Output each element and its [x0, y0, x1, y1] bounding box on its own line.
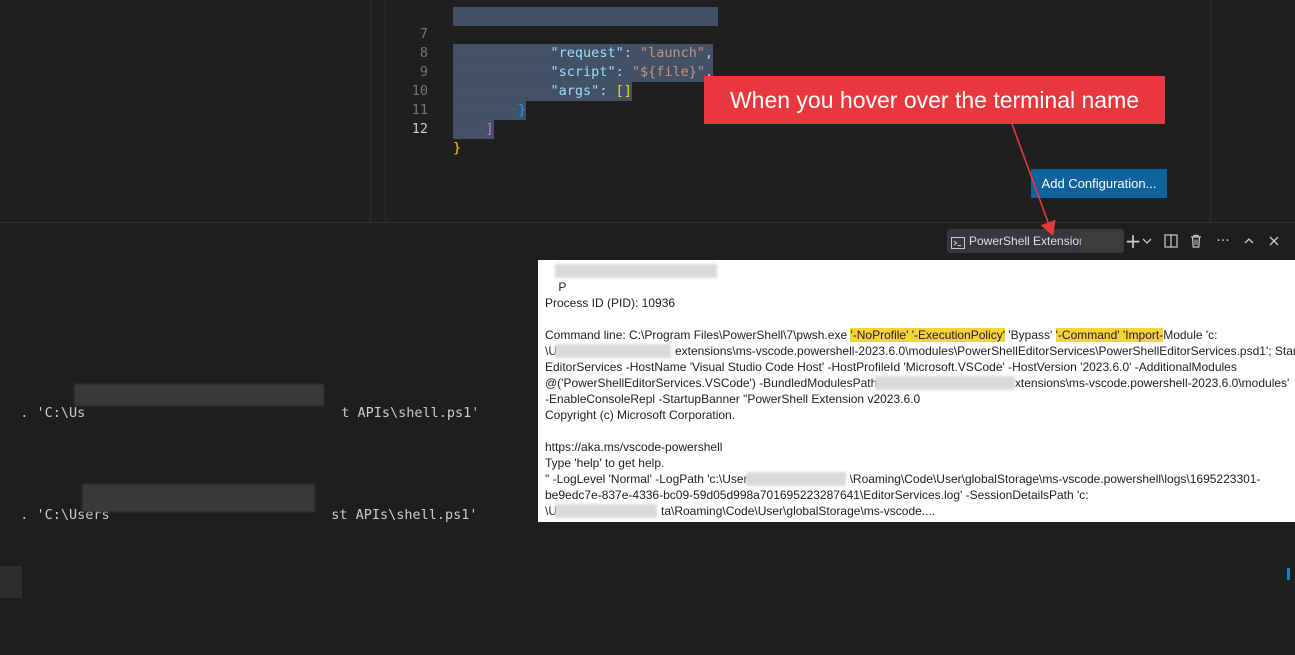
annotation-callout: When you hover over the terminal name	[704, 76, 1165, 124]
code-line[interactable]: 12 }	[0, 101, 800, 156]
code-line[interactable]: 10 ········}	[0, 63, 800, 120]
scrollbar-marker[interactable]	[1287, 568, 1290, 580]
terminal-text: . 'C:\Us	[20, 405, 86, 421]
tooltip-pid: Process ID (PID): 10936	[545, 296, 676, 310]
redacted-region	[555, 264, 717, 278]
redacted-region	[82, 484, 315, 512]
minimap-divider	[1210, 0, 1211, 222]
ellipsis-icon: ···	[1216, 233, 1230, 249]
code-line[interactable]: 11 ····]	[0, 82, 800, 139]
chevron-up-icon	[1244, 238, 1254, 244]
redacted-region	[875, 376, 1015, 390]
add-configuration-button[interactable]: Add Configuration...	[1031, 169, 1167, 198]
tooltip-command-line: -EnableConsoleRepl -StartupBanner "Power…	[545, 392, 921, 406]
tooltip-log-line: " -LogLevel 'Normal' -LogPath 'c:\User \R…	[545, 472, 1261, 486]
json-bracket: }	[453, 140, 462, 156]
redacted-region	[555, 504, 657, 518]
terminal-tab[interactable]: PowerShell Extension -	[947, 229, 1124, 253]
split-icon	[1164, 234, 1178, 248]
tooltip-link[interactable]: https://aka.ms/vscode-powershell	[545, 439, 722, 455]
terminal-output-line: st APIs\shell.ps1'	[315, 491, 478, 523]
terminal-dropdown-button[interactable]	[1139, 231, 1155, 251]
redacted-region	[746, 472, 846, 486]
code-line[interactable]: 9 ············"args": []	[0, 44, 800, 101]
close-panel-button[interactable]	[1264, 231, 1284, 251]
tooltip-log-line: be9edc7e-837e-4336-bc09-59d05d998a701695…	[545, 488, 1089, 502]
redacted-region	[1081, 231, 1123, 251]
redacted-region	[555, 344, 671, 358]
terminal-icon	[951, 234, 965, 249]
terminal-hover-tooltip: P Process ID (PID): 10936 Command line: …	[538, 260, 1295, 522]
terminal-text: st APIs\shell.ps1'	[331, 507, 478, 523]
trash-icon	[1191, 234, 1201, 248]
terminal-output-line: t APIs\shell.ps1'	[325, 389, 479, 421]
terminal-cursor-block	[0, 566, 22, 598]
code-line[interactable]: 8 ············"script": "${file}",	[0, 25, 800, 82]
chevron-down-icon	[1142, 238, 1152, 244]
kill-terminal-button[interactable]	[1186, 231, 1206, 251]
tooltip-command-line: EditorServices -HostName 'Visual Studio …	[545, 360, 1237, 374]
json-bracket: ]	[485, 121, 494, 137]
code-line[interactable]: 7 ············"request": "launch",	[0, 6, 800, 63]
more-actions-button[interactable]: ···	[1213, 231, 1233, 251]
terminal-text: t APIs\shell.ps1'	[341, 405, 480, 421]
tooltip-command-line: Command line: C:\Program Files\PowerShel…	[545, 328, 1218, 342]
terminal-tab-label: PowerShell Extension -	[969, 234, 1094, 248]
tooltip-copyright: Copyright (c) Microsoft Corporation.	[545, 408, 736, 422]
tooltip-help: Type 'help' to get help.	[545, 456, 665, 470]
close-icon	[1269, 236, 1279, 246]
maximize-panel-button[interactable]	[1239, 231, 1259, 251]
redacted-region	[74, 384, 324, 406]
split-terminal-button[interactable]	[1161, 231, 1181, 251]
line-number: 12	[411, 121, 428, 137]
